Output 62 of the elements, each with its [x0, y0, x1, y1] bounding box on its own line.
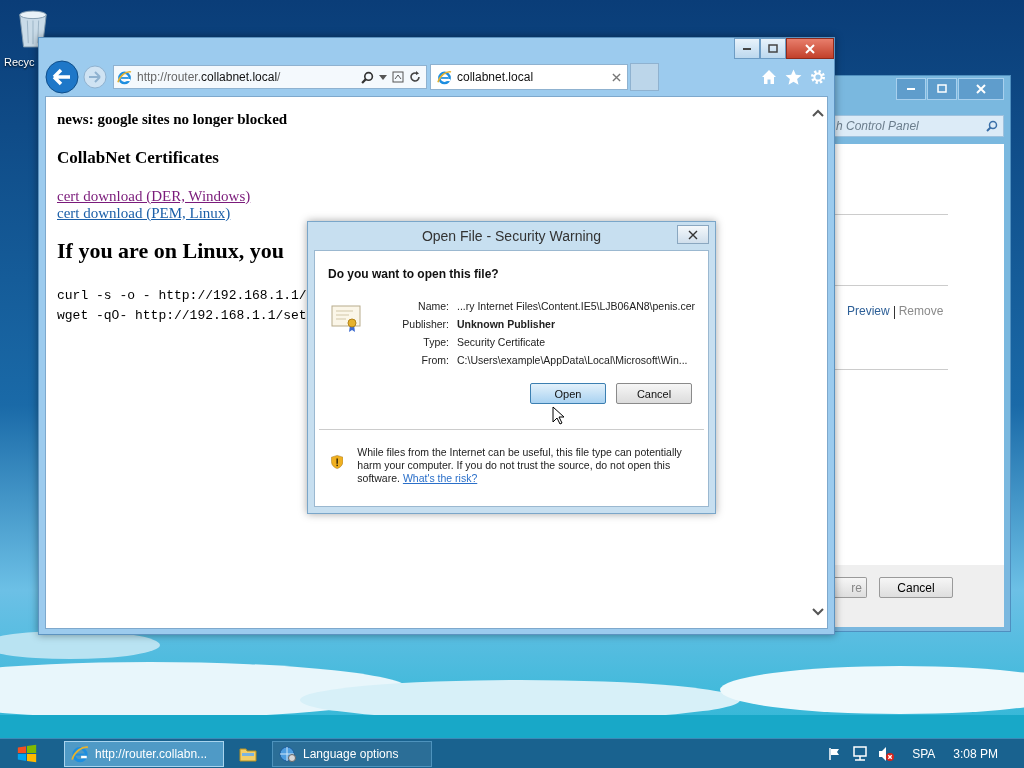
news-text: news: google sites no longer blocked: [57, 111, 289, 128]
code-line: curl -s -o - http://192.168.1.1/: [57, 287, 307, 305]
back-button[interactable]: [45, 60, 79, 94]
minimize-icon: [743, 47, 751, 50]
field-label: From:: [420, 354, 449, 366]
dialog-title: Open File - Security Warning: [421, 228, 602, 244]
search-icon[interactable]: [361, 70, 374, 84]
risk-link[interactable]: What's the risk?: [402, 472, 478, 484]
certificate-icon: [331, 303, 361, 333]
globe-gear-icon: [279, 744, 297, 763]
browser-logo-icon: [71, 744, 89, 763]
close-button[interactable]: [786, 38, 834, 59]
search-icon: [986, 120, 998, 132]
scroll-down-icon[interactable]: [812, 608, 824, 616]
field-value: ...ry Internet Files\Content.IE5\LJB06AN8\penis.cer: [457, 300, 696, 312]
link[interactable]: Preview: [847, 304, 890, 318]
refresh-icon[interactable]: [409, 71, 421, 83]
url-text: http://router.collabnet.local/: [137, 70, 281, 84]
close-icon: [976, 84, 986, 94]
muted-speaker-icon[interactable]: [878, 745, 895, 762]
browser-logo-icon: [117, 69, 132, 85]
minimize-icon: [907, 88, 915, 90]
close-icon[interactable]: [612, 72, 621, 82]
field-value: C:\Users\example\AppData\Local\Microsoft\Win...: [457, 354, 689, 366]
minimize-button[interactable]: [734, 38, 760, 59]
field-value: Security Certificate: [457, 336, 547, 348]
page-heading: CollabNet Certificates: [57, 148, 220, 168]
close-button[interactable]: [677, 225, 709, 244]
maximize-icon: [768, 43, 778, 54]
maximize-button[interactable]: [760, 38, 786, 59]
taskbar-button[interactable]: Language options: [272, 740, 432, 767]
dialog-button[interactable]: Cancel: [616, 383, 692, 404]
section-heading: If you are on Linux, you: [57, 238, 285, 264]
recycle-bin-icon[interactable]: [16, 8, 50, 50]
search-field[interactable]: h Control Panel: [833, 115, 1004, 137]
desktop-icon-label: Recyc: [4, 56, 35, 68]
warning-text: While files from the Internet can be useful, this file type can potentially harm your computer. If you do not trust the source, do not open this software. What's the risk?: [357, 446, 683, 485]
maximize-icon: [937, 84, 947, 94]
field-label: Publisher:: [401, 318, 449, 330]
star-icon[interactable]: [785, 68, 802, 86]
dialog-button[interactable]: Open: [530, 383, 606, 404]
download-link[interactable]: cert download (DER, Windows): [57, 188, 251, 205]
clock[interactable]: 3:08 PM: [953, 746, 998, 761]
dialog-question: Do you want to open this file?: [328, 267, 500, 281]
scroll-up-icon[interactable]: [812, 109, 824, 117]
field-label: Type:: [422, 336, 449, 348]
language-indicator[interactable]: SPA: [912, 746, 936, 761]
close-icon: [688, 229, 698, 240]
folder-icon: [239, 745, 257, 762]
dialog-button[interactable]: Cancel: [879, 577, 953, 598]
close-icon: [805, 43, 815, 54]
download-link[interactable]: cert download (PEM, Linux): [57, 205, 231, 222]
code-line: wget -qO- http://192.168.1.1/set: [57, 307, 307, 325]
browser-logo-icon: [437, 69, 452, 85]
browser-tab[interactable]: collabnet.local: [430, 64, 628, 90]
mouse-cursor-icon: [552, 406, 564, 425]
dropdown-icon[interactable]: [379, 74, 387, 80]
address-bar[interactable]: http://router.collabnet.local/: [113, 65, 427, 89]
field-value: Unknown Publisher: [457, 318, 556, 330]
start-button[interactable]: [16, 742, 38, 765]
network-icon[interactable]: [852, 745, 869, 762]
field-label: Name:: [417, 300, 449, 312]
